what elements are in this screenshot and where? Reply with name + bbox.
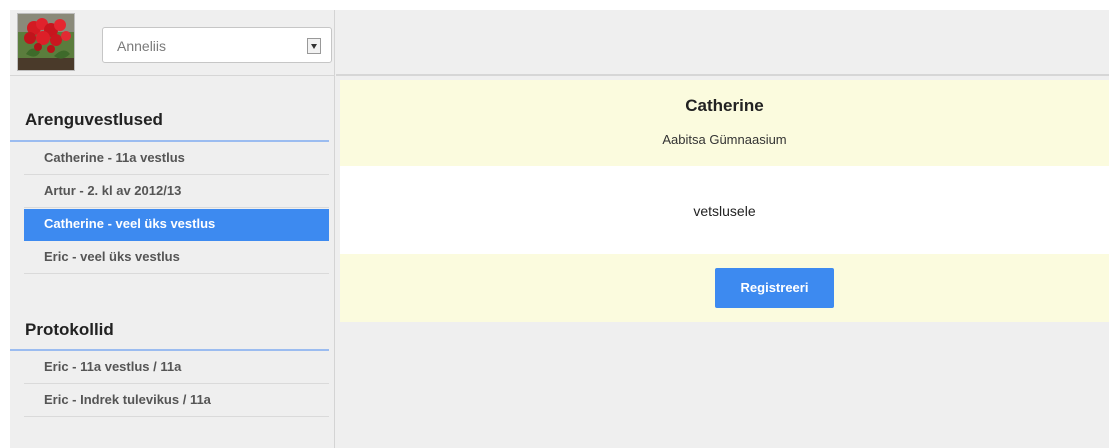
nav-item[interactable]: Eric - veel üks vestlus: [24, 242, 329, 274]
sidebar: Anneliis Arenguvestlused Catherine - 11a…: [10, 10, 335, 448]
avatar[interactable]: [17, 13, 75, 71]
main-panel: Catherine Aabitsa Gümnaasium vetslusele …: [336, 10, 1109, 448]
user-select[interactable]: Anneliis: [102, 27, 332, 63]
nav-item[interactable]: Artur - 2. kl av 2012/13: [24, 176, 329, 208]
message-band: vetslusele: [340, 166, 1109, 254]
student-name: Catherine: [685, 96, 764, 115]
nav-item[interactable]: Eric - 11a vestlus / 11a: [24, 352, 329, 384]
nav-item[interactable]: Catherine - 11a vestlus: [24, 143, 329, 175]
school-name: Aabitsa Gümnaasium: [662, 132, 787, 147]
section-divider: [10, 140, 329, 142]
sidebar-header: Anneliis: [10, 10, 335, 76]
register-button[interactable]: Registreeri: [715, 268, 834, 308]
message-text: vetslusele: [693, 203, 756, 219]
nav-item[interactable]: Eric - Indrek tulevikus / 11a: [24, 385, 329, 417]
user-select-value: Anneliis: [117, 38, 167, 54]
nav-item-active[interactable]: Catherine - veel üks vestlus: [24, 209, 329, 241]
main-toolbar: [336, 10, 1109, 76]
flower-icon: [18, 14, 74, 70]
app-window: Anneliis Arenguvestlused Catherine - 11a…: [10, 10, 1109, 448]
section-title-arenguvestlused: Arenguvestlused: [25, 110, 163, 129]
student-header: Catherine Aabitsa Gümnaasium: [340, 80, 1109, 166]
action-band: Registreeri: [340, 254, 1109, 322]
chevron-down-icon[interactable]: [307, 38, 321, 54]
section-divider: [10, 349, 329, 351]
section-title-protokollid: Protokollid: [25, 320, 114, 339]
